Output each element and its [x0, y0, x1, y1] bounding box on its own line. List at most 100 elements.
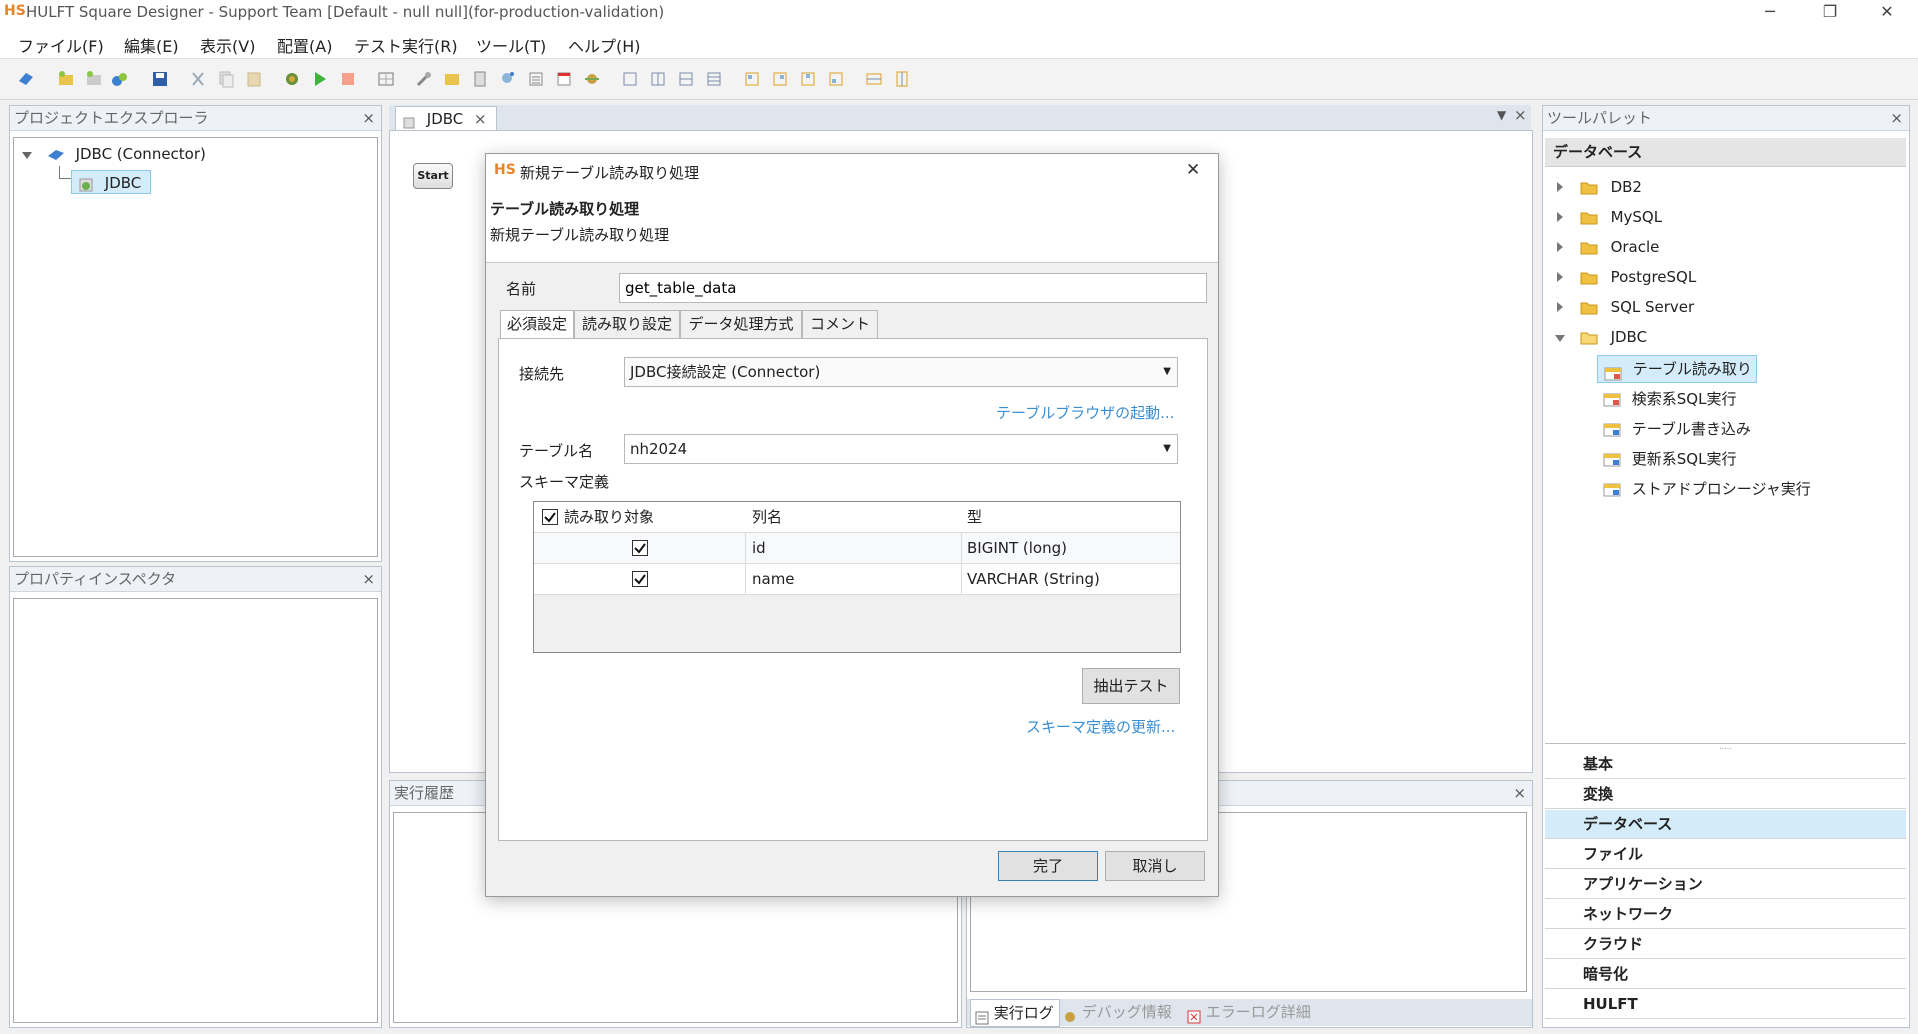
menu-edit[interactable]: 編集(E)	[124, 33, 179, 57]
category-hulft[interactable]: HULFT	[1545, 990, 1906, 1019]
tab-exec-log[interactable]: 実行ログ	[970, 999, 1060, 1027]
table-name-combo[interactable]: nh2024 ▼	[624, 434, 1178, 464]
folder-icon[interactable]	[442, 69, 462, 89]
cut-icon[interactable]	[188, 69, 208, 89]
distribute-h-icon[interactable]	[742, 69, 762, 89]
collapsed-arrow-icon[interactable]	[1557, 242, 1563, 252]
palette-item-update-sql[interactable]: 更新系SQL実行	[1603, 448, 1736, 469]
expand-arrow-icon[interactable]	[22, 152, 32, 159]
open-icon[interactable]	[56, 69, 76, 89]
calendar-icon[interactable]	[554, 69, 574, 89]
tab-data-processing[interactable]: データ処理方式	[680, 310, 802, 339]
dropdown-arrow-icon[interactable]: ▼	[1163, 435, 1171, 463]
same-height-icon[interactable]	[826, 69, 846, 89]
collapsed-arrow-icon[interactable]	[1557, 212, 1563, 222]
close-window-button[interactable]: ✕	[1864, 0, 1910, 26]
align-bottom-icon[interactable]	[704, 69, 724, 89]
table-row[interactable]: id BIGINT (long)	[534, 533, 1180, 564]
grid-icon[interactable]	[376, 69, 396, 89]
expanded-arrow-icon[interactable]	[1555, 335, 1565, 342]
splitter-handle[interactable]: .....	[1545, 743, 1906, 751]
document-icon[interactable]	[470, 69, 490, 89]
menu-help[interactable]: ヘルプ(H)	[568, 33, 641, 57]
category-encryption[interactable]: 暗号化	[1545, 960, 1906, 989]
copy-icon[interactable]	[216, 69, 236, 89]
palette-item-table-read[interactable]: テーブル読み取り	[1597, 355, 1757, 383]
collapsed-arrow-icon[interactable]	[1557, 182, 1563, 192]
cancel-button[interactable]: 取消し	[1105, 851, 1205, 881]
tab-jdbc[interactable]: JDBC ×	[395, 106, 497, 131]
table-browser-link[interactable]: テーブルブラウザの起動...	[996, 402, 1174, 423]
menu-arrange[interactable]: 配置(A)	[277, 33, 332, 57]
menu-view[interactable]: 表示(V)	[200, 33, 255, 57]
select-all-checkbox[interactable]	[542, 509, 558, 525]
category-cloud[interactable]: クラウド	[1545, 930, 1906, 959]
log-close-button[interactable]: ×	[1513, 781, 1526, 805]
collapsed-arrow-icon[interactable]	[1557, 302, 1563, 312]
category-database[interactable]: データベース	[1545, 810, 1906, 839]
row-read-checkbox[interactable]	[632, 571, 648, 587]
tab-jdbc-close-button[interactable]: ×	[474, 110, 487, 128]
tab-comment[interactable]: コメント	[802, 310, 878, 339]
palette-folder-mysql[interactable]: MySQL	[1557, 208, 1662, 226]
run-icon[interactable]	[310, 69, 330, 89]
collapsed-arrow-icon[interactable]	[1557, 272, 1563, 282]
component-icon[interactable]	[498, 69, 518, 89]
tab-debug-info[interactable]: デバッグ情報	[1059, 999, 1181, 1025]
menu-tools[interactable]: ツール(T)	[476, 33, 546, 57]
name-input[interactable]	[619, 273, 1207, 303]
palette-folder-postgresql[interactable]: PostgreSQL	[1557, 268, 1696, 286]
category-application[interactable]: アプリケーション	[1545, 870, 1906, 899]
menu-file[interactable]: ファイル(F)	[18, 33, 104, 57]
start-node[interactable]: Start	[413, 163, 453, 189]
tab-menu-chevron-icon[interactable]: ▼	[1497, 108, 1506, 122]
dialog-close-button[interactable]: ✕	[1186, 160, 1200, 180]
tree-node-jdbc[interactable]: JDBC	[71, 170, 151, 194]
distribute-v-icon[interactable]	[770, 69, 790, 89]
align-right-icon[interactable]	[676, 69, 696, 89]
tree-node-connector[interactable]: JDBC (Connector)	[22, 145, 206, 163]
same-width-icon[interactable]	[798, 69, 818, 89]
fit-width-icon[interactable]	[864, 69, 884, 89]
save-icon[interactable]	[150, 69, 170, 89]
menu-test-run[interactable]: テスト実行(R)	[354, 33, 458, 57]
deploy-icon[interactable]	[110, 69, 130, 89]
align-center-icon[interactable]	[648, 69, 668, 89]
project-explorer-close-button[interactable]: ×	[362, 106, 375, 130]
new-project-icon[interactable]	[16, 69, 36, 89]
schema-update-link[interactable]: スキーマ定義の更新...	[1026, 716, 1175, 737]
connection-select[interactable]: JDBC接続設定 (Connector) ▼	[624, 357, 1178, 387]
refresh-icon[interactable]	[84, 69, 104, 89]
align-left-icon[interactable]	[620, 69, 640, 89]
stop-icon[interactable]	[338, 69, 358, 89]
editor-close-button[interactable]: ×	[1514, 106, 1527, 124]
wrench-icon[interactable]	[414, 69, 434, 89]
palette-folder-db2[interactable]: DB2	[1557, 178, 1642, 196]
row-read-checkbox[interactable]	[632, 540, 648, 556]
restore-button[interactable]: ❐	[1807, 0, 1853, 26]
fit-height-icon[interactable]	[892, 69, 912, 89]
list-icon[interactable]	[526, 69, 546, 89]
category-convert[interactable]: 変換	[1545, 780, 1906, 809]
category-file[interactable]: ファイル	[1545, 840, 1906, 869]
palette-folder-oracle[interactable]: Oracle	[1557, 238, 1659, 256]
palette-item-table-write[interactable]: テーブル書き込み	[1603, 418, 1751, 439]
minimize-button[interactable]: ─	[1747, 0, 1793, 26]
palette-item-select-sql[interactable]: 検索系SQL実行	[1603, 388, 1736, 409]
tab-error-log[interactable]: エラーログ詳細	[1183, 999, 1323, 1025]
tool-palette-close-button[interactable]: ×	[1890, 106, 1903, 130]
table-row[interactable]: name VARCHAR (String)	[534, 564, 1180, 595]
palette-item-stored-procedure[interactable]: ストアドプロシージャ実行	[1603, 478, 1811, 499]
extract-test-button[interactable]: 抽出テスト	[1082, 668, 1180, 704]
category-network[interactable]: ネットワーク	[1545, 900, 1906, 929]
palette-folder-sqlserver[interactable]: SQL Server	[1557, 298, 1694, 316]
debug-icon[interactable]	[282, 69, 302, 89]
palette-folder-jdbc[interactable]: JDBC	[1555, 328, 1647, 346]
bug-icon[interactable]	[582, 69, 602, 89]
property-inspector-close-button[interactable]: ×	[362, 567, 375, 591]
ok-button[interactable]: 完了	[998, 851, 1098, 881]
tab-read-settings[interactable]: 読み取り設定	[574, 310, 680, 339]
paste-icon[interactable]	[244, 69, 264, 89]
tab-required-settings[interactable]: 必須設定	[500, 310, 574, 339]
category-basic[interactable]: 基本	[1545, 750, 1906, 779]
